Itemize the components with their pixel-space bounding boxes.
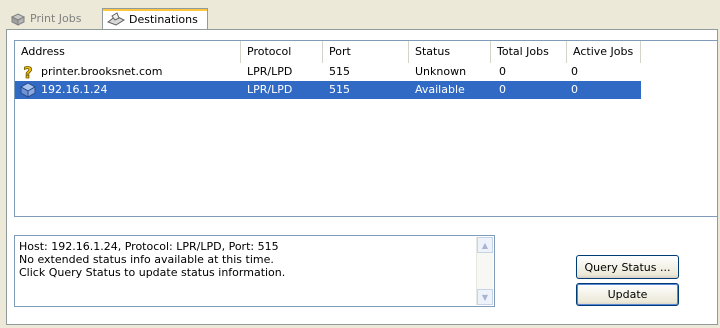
column-header-status[interactable]: Status	[409, 41, 491, 63]
column-header-port[interactable]: Port	[323, 41, 409, 63]
port-cell: 515	[329, 65, 350, 78]
info-line: Host: 192.16.1.24, Protocol: LPR/LPD, Po…	[19, 240, 279, 253]
table-row[interactable]: ? printer.brooksnet.com LPR/LPD 515 Unkn…	[15, 63, 641, 83]
status-info-box[interactable]: Host: 192.16.1.24, Protocol: LPR/LPD, Po…	[14, 235, 495, 307]
column-header-address[interactable]: Address	[15, 41, 241, 63]
address-cell: printer.brooksnet.com	[41, 65, 163, 78]
protocol-cell: LPR/LPD	[247, 83, 293, 96]
column-header-active-jobs[interactable]: Active Jobs	[567, 41, 641, 63]
status-cell: Unknown	[415, 65, 467, 78]
protocol-cell: LPR/LPD	[247, 65, 293, 78]
info-line: Click Query Status to update status info…	[19, 266, 286, 279]
status-cell: Available	[415, 83, 465, 96]
destinations-list[interactable]: Address Protocol Port Status Total Jobs …	[14, 40, 718, 217]
active-jobs-cell: 0	[571, 65, 578, 78]
tab-destinations[interactable]: Destinations	[102, 8, 208, 29]
scroll-down-arrow-icon[interactable]: ▼	[477, 289, 493, 305]
tab-destinations-label: Destinations	[129, 12, 198, 26]
printer-icon	[19, 81, 37, 99]
total-jobs-cell: 0	[499, 65, 506, 78]
column-header-total-jobs[interactable]: Total Jobs	[491, 41, 567, 63]
tab-print-jobs-label: Print Jobs	[30, 12, 82, 25]
scroll-up-arrow-icon[interactable]: ▲	[477, 237, 493, 253]
status-info-text: Host: 192.16.1.24, Protocol: LPR/LPD, Po…	[19, 240, 285, 279]
list-header: Address Protocol Port Status Total Jobs …	[15, 41, 717, 63]
tab-print-jobs[interactable]: Print Jobs	[6, 8, 100, 29]
svg-text:?: ?	[23, 63, 32, 81]
query-status-button[interactable]: Query Status ...	[576, 255, 679, 279]
total-jobs-cell: 0	[499, 83, 506, 96]
question-icon: ?	[19, 63, 37, 83]
port-cell: 515	[329, 83, 350, 96]
update-button[interactable]: Update	[576, 283, 679, 306]
column-header-protocol[interactable]: Protocol	[241, 41, 323, 63]
vertical-scrollbar[interactable]: ▲ ▼	[476, 237, 493, 305]
print-jobs-icon	[10, 12, 26, 26]
address-cell: 192.16.1.24	[41, 83, 108, 96]
table-row-selected[interactable]: 192.16.1.24 LPR/LPD 515 Available 0 0	[15, 81, 641, 99]
destinations-icon	[107, 12, 125, 26]
info-line: No extended status info available at thi…	[19, 253, 274, 266]
active-jobs-cell: 0	[571, 83, 578, 96]
